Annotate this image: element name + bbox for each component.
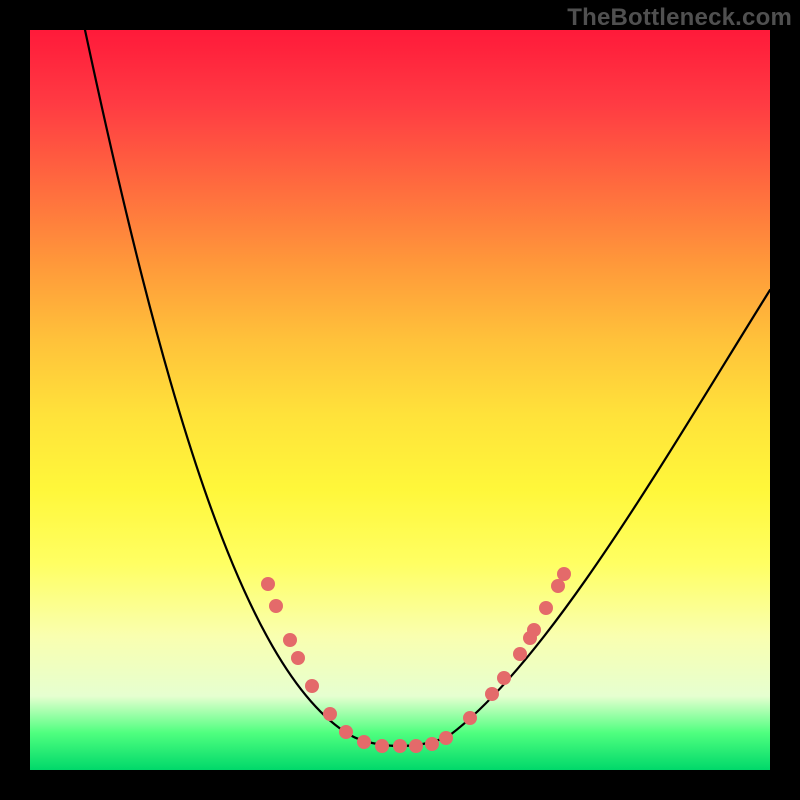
curve-dot (409, 739, 423, 753)
curve-dot (261, 577, 275, 591)
curve-dot (513, 647, 527, 661)
curve-dot (291, 651, 305, 665)
curve-dot (485, 687, 499, 701)
curve-dot (527, 623, 541, 637)
curve-dot (463, 711, 477, 725)
curve-dot (551, 579, 565, 593)
curve-dot (269, 599, 283, 613)
curve-dot (323, 707, 337, 721)
curve-dot (339, 725, 353, 739)
curve-dot (357, 735, 371, 749)
curve-dot (305, 679, 319, 693)
curve-dot (425, 737, 439, 751)
curve-dot (439, 731, 453, 745)
chart-plot-area (30, 30, 770, 770)
bottleneck-curve (85, 30, 770, 746)
curve-dot (375, 739, 389, 753)
chart-overlay-svg (30, 30, 770, 770)
curve-dot (393, 739, 407, 753)
site-attribution-label: TheBottleneck.com (567, 4, 792, 32)
curve-dot (539, 601, 553, 615)
curve-dot (283, 633, 297, 647)
curve-dot (557, 567, 571, 581)
curve-dot (497, 671, 511, 685)
